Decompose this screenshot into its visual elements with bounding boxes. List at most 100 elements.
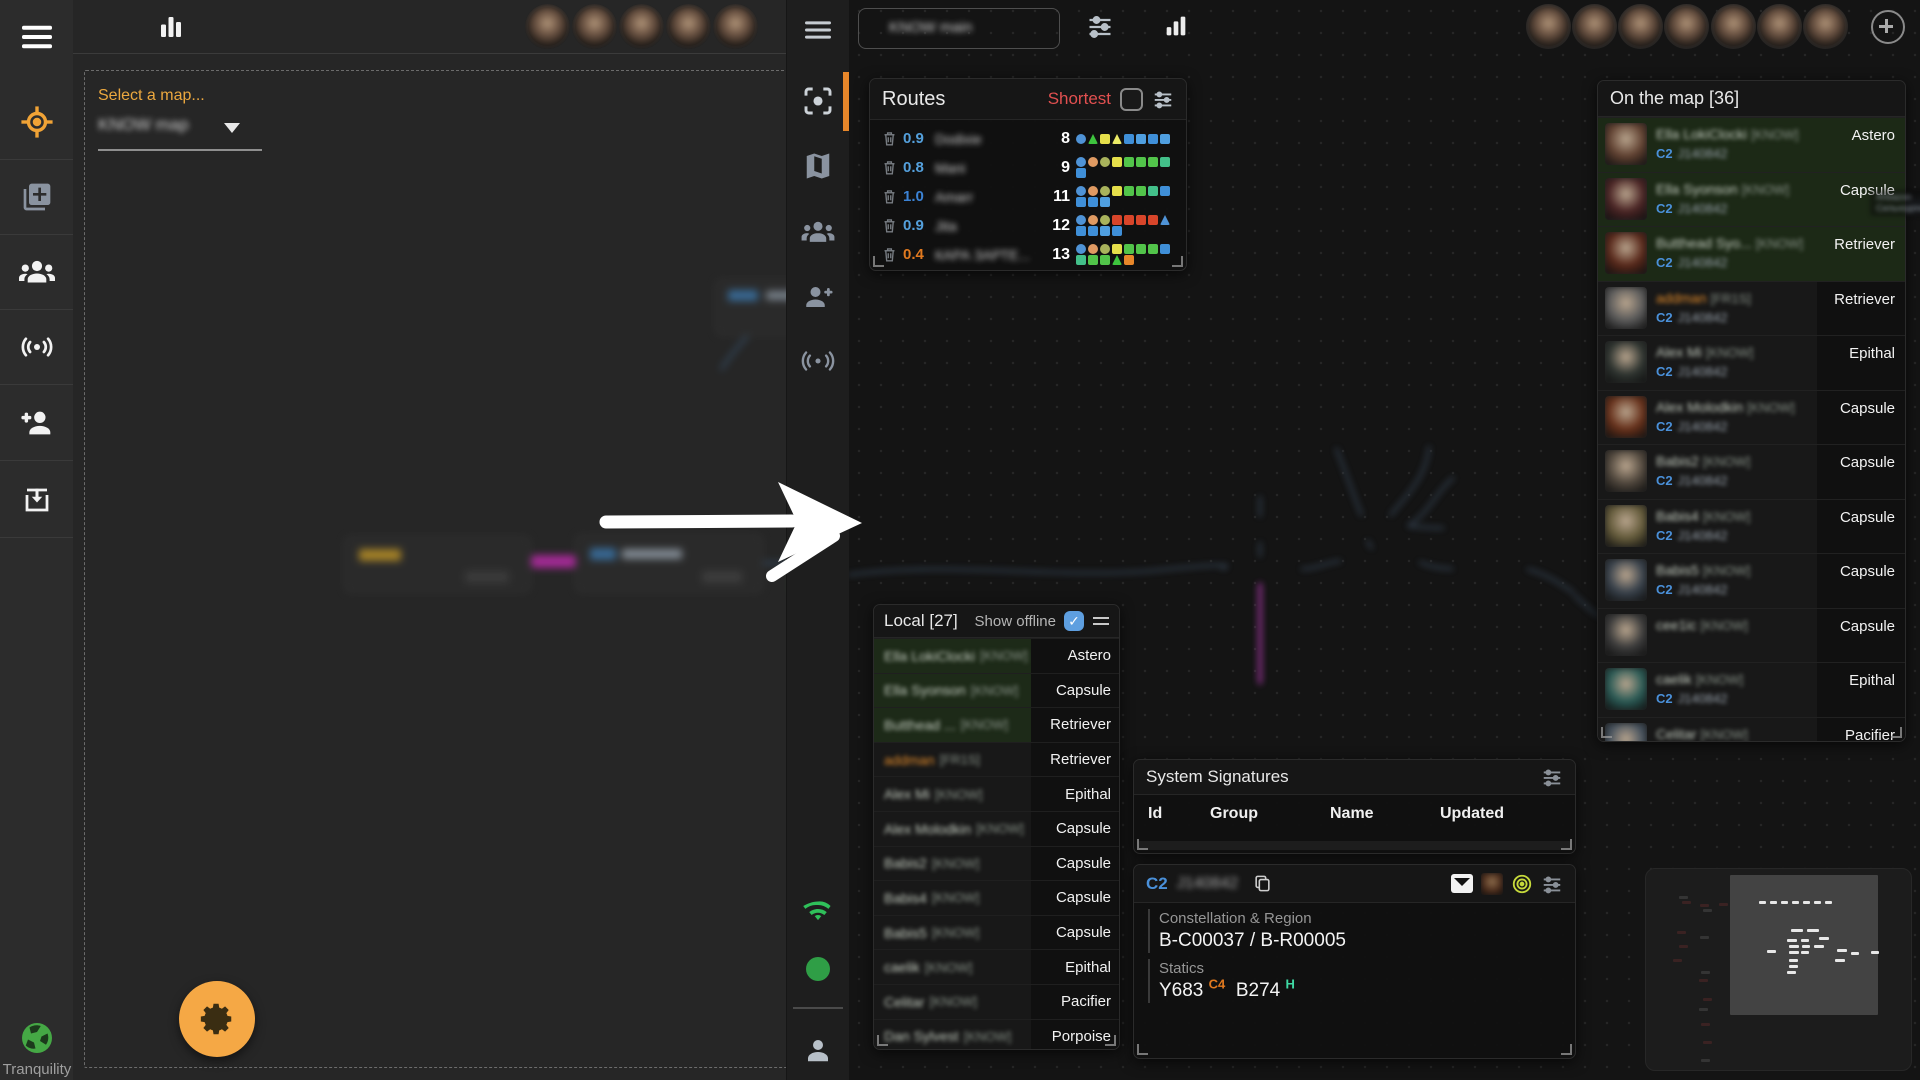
copy-icon[interactable]: [1253, 874, 1272, 893]
shortest-checkbox[interactable]: [1120, 87, 1143, 111]
on-the-map-panel: On the map [36] Ella LokiClocki [KNOW] C…: [1597, 80, 1906, 742]
map-name-input[interactable]: KNOW main: [858, 8, 1060, 49]
pilot-corp-tag: [KNOW]: [1702, 508, 1751, 524]
map-pilot-row[interactable]: Babis2 [KNOW] C2 J140842 Capsule: [1598, 444, 1905, 499]
pilot-corp-tag: [KNOW]: [980, 648, 1028, 664]
on-the-map-header[interactable]: On the map [36]: [1598, 81, 1905, 117]
routes-header[interactable]: Routes Shortest: [870, 79, 1186, 120]
delete-route-icon[interactable]: [882, 159, 897, 176]
route-chip: [1088, 215, 1098, 225]
pilots-view-button[interactable]: [787, 204, 849, 260]
local-pilot-row[interactable]: Ella LokiClocki [KNOW] Astero: [874, 638, 1119, 673]
route-row[interactable]: 0.9 Jita 12: [870, 211, 1186, 240]
signatures-header[interactable]: System Signatures: [1134, 760, 1575, 795]
routes-settings-icon[interactable]: [1152, 88, 1174, 110]
map-menu-button[interactable]: [787, 2, 849, 58]
focus-current-system-button[interactable]: [787, 73, 849, 129]
my-location-button[interactable]: [0, 85, 73, 160]
user-avatar[interactable]: [1757, 3, 1802, 49]
route-jump-count: 8: [1061, 129, 1070, 147]
map-pilot-row[interactable]: Alex Molodkin [KNOW] C2 J140842 Capsule: [1598, 389, 1905, 444]
user-avatar[interactable]: [1664, 3, 1710, 49]
pilot-ship: Capsule: [1031, 846, 1119, 881]
main-menu-button[interactable]: [0, 0, 73, 74]
col-group[interactable]: Group: [1210, 805, 1258, 823]
user-avatar[interactable]: [1710, 3, 1756, 49]
add-character-icon[interactable]: [1871, 10, 1905, 44]
local-pilot-row[interactable]: Babis2 [KNOW] Capsule: [874, 845, 1119, 881]
signal-broadcast-button[interactable]: [787, 333, 849, 389]
add-member-button[interactable]: [0, 386, 73, 461]
add-map-button[interactable]: [0, 160, 73, 235]
local-menu-icon[interactable]: [1093, 613, 1109, 629]
route-row[interactable]: 0.4 КАРА ЗАРТЕ... 13: [870, 240, 1186, 269]
pilot-name: Alex Mi: [884, 786, 930, 803]
character-button[interactable]: [787, 1022, 849, 1078]
route-chip: [1100, 197, 1110, 207]
target-bullseye-icon[interactable]: [1511, 873, 1533, 895]
signatures-settings-icon[interactable]: [1541, 766, 1563, 788]
local-list: Ella LokiClocki [KNOW] Astero Ella Syonso…: [874, 638, 1119, 1049]
add-pilot-button[interactable]: [787, 269, 849, 325]
map-view-button[interactable]: [787, 138, 849, 194]
local-pilot-row[interactable]: caelik [KNOW] Epithal: [874, 949, 1119, 984]
local-pilot-row[interactable]: Babis5 [KNOW] Capsule: [874, 914, 1119, 950]
route-chip: [1100, 244, 1110, 254]
system-info-header[interactable]: C2 J140842: [1134, 865, 1575, 903]
pilot-name: Babis2: [1656, 453, 1699, 469]
route-chip: [1088, 244, 1098, 254]
map-pilot-row[interactable]: Ella LokiClocki [KNOW] C2 J140842 Astero: [1598, 117, 1905, 172]
map-pilot-row[interactable]: Ella Syonson [KNOW] C2 J140842 Capsule: [1598, 171, 1905, 226]
map-pilot-row[interactable]: addman [FR1S] C2 J140842 Retriever: [1598, 280, 1905, 335]
user-avatar[interactable]: [1803, 3, 1849, 49]
local-pilot-row[interactable]: Alex Molodkin [KNOW] Capsule: [874, 810, 1119, 846]
chevron-down-icon[interactable]: [224, 123, 240, 133]
minimap-panel[interactable]: [1645, 868, 1912, 1071]
map-settings-fab[interactable]: [179, 981, 255, 1057]
local-pilot-row[interactable]: Butthead ... [KNOW] Retriever: [874, 707, 1119, 742]
map-pilot-row[interactable]: caelik [KNOW] C2 J140842 Epithal: [1598, 662, 1905, 717]
local-pilot-row[interactable]: Ella Syonson [KNOW] Capsule: [874, 672, 1119, 708]
local-pilot-row[interactable]: Alex Mi [KNOW] Epithal: [874, 776, 1119, 811]
delete-route-icon[interactable]: [882, 246, 897, 263]
broadcast-button[interactable]: [0, 310, 73, 385]
pilot-ship: Epithal: [1817, 336, 1905, 390]
delete-route-icon[interactable]: [882, 188, 897, 205]
map-pilot-row[interactable]: Alex Mi [KNOW] C2 J140842 Epithal: [1598, 335, 1905, 390]
user-avatar[interactable]: [1571, 3, 1617, 49]
user-avatar[interactable]: [1525, 3, 1571, 49]
filter-funnel-icon[interactable]: [1451, 874, 1473, 893]
map-pilot-row[interactable]: Butthead Syo... [KNOW] C2 J140842 Retriev…: [1598, 226, 1905, 281]
map-pilot-row[interactable]: Babis4 [KNOW] C2 J140842 Capsule: [1598, 498, 1905, 553]
wormhole-class-badge: C2: [1146, 873, 1168, 893]
route-row[interactable]: 1.0 Amarr 11: [870, 182, 1186, 211]
local-pilot-row[interactable]: addman [FR1S] Retriever: [874, 741, 1119, 777]
signatures-scrollbar[interactable]: [1138, 841, 1571, 850]
members-button[interactable]: [0, 235, 73, 310]
route-row[interactable]: 0.8 Mani 9: [870, 153, 1186, 182]
delete-route-icon[interactable]: [882, 130, 897, 147]
show-offline-checkbox[interactable]: ✓: [1064, 611, 1084, 631]
pilot-name: Alex Mi: [1656, 344, 1702, 360]
delete-route-icon[interactable]: [882, 217, 897, 234]
col-id[interactable]: Id: [1148, 805, 1162, 823]
save-map-button[interactable]: [0, 463, 73, 538]
activity-chart-icon[interactable]: [1162, 12, 1190, 40]
map-pilot-row[interactable]: Celitar [KNOW] Pacifier: [1598, 716, 1905, 741]
pilot-corp-tag: [KNOW]: [976, 821, 1024, 837]
local-pilot-row[interactable]: Babis4 [KNOW] Capsule: [874, 880, 1119, 915]
map-pilot-row[interactable]: Babis5 [KNOW] C2 J140842 Capsule: [1598, 553, 1905, 608]
system-settings-icon[interactable]: [1541, 873, 1563, 895]
map-pilot-row[interactable]: cee1ic [KNOW] Capsule: [1598, 607, 1905, 662]
pilot-corp-tag: [KNOW]: [1695, 672, 1744, 687]
col-updated[interactable]: Updated: [1440, 805, 1504, 823]
local-pilot-row[interactable]: Dan Sylvest [KNOW] Porpoise: [874, 1018, 1119, 1049]
filter-settings-icon[interactable]: [1086, 13, 1114, 41]
user-avatar[interactable]: [1618, 3, 1664, 49]
local-pilot-row[interactable]: Celitar [KNOW] Pacifier: [874, 983, 1119, 1019]
local-header[interactable]: Local [27] Show offline ✓: [874, 605, 1119, 638]
pilot-mini-avatar[interactable]: [1481, 872, 1503, 895]
route-row[interactable]: 0.9 Dodixie 8: [870, 124, 1186, 153]
pilot-ship: Astero: [1031, 639, 1119, 673]
col-name[interactable]: Name: [1330, 805, 1374, 823]
